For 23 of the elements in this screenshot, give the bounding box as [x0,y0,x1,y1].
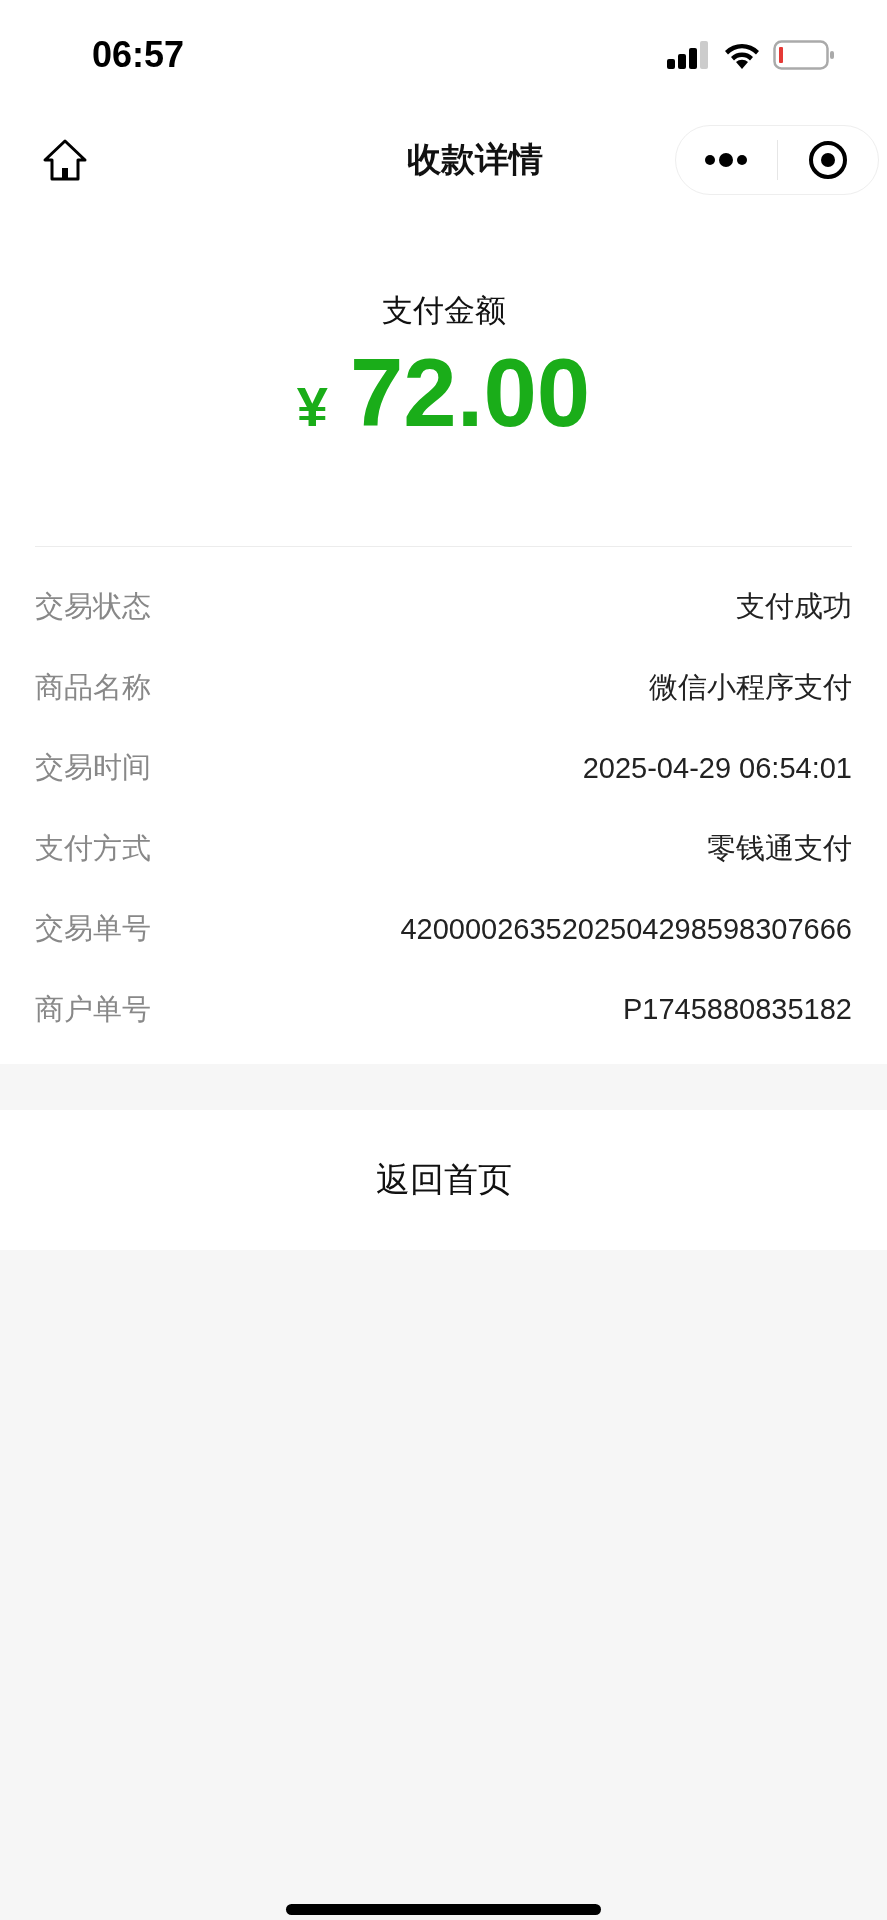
status-time: 06:57 [92,34,185,76]
page-title: 收款详情 [405,138,543,181]
detail-label: 支付方式 [35,829,151,867]
signal-icon [667,41,711,69]
home-icon [42,138,88,182]
detail-label: 交易时间 [35,749,151,787]
battery-icon [773,40,835,70]
detail-value: 零钱通支付 [707,830,852,866]
detail-label: 交易单号 [35,910,151,948]
target-icon [807,140,848,180]
wifi-icon [723,41,761,69]
detail-value: 4200002635202504298598307666 [400,912,852,946]
detail-value: 微信小程序支付 [649,669,852,705]
currency-symbol: ¥ [296,374,328,439]
detail-label: 商品名称 [35,668,151,706]
more-icon [704,152,749,168]
detail-value: P1745880835182 [623,993,852,1027]
detail-value: 2025-04-29 06:54:01 [582,751,852,785]
detail-label: 商户单号 [35,990,151,1028]
detail-label: 交易状态 [35,588,151,626]
detail-value: 支付成功 [736,589,852,625]
amount-label: 支付金额 [381,291,506,330]
amount-value: 72.00 [349,338,591,448]
